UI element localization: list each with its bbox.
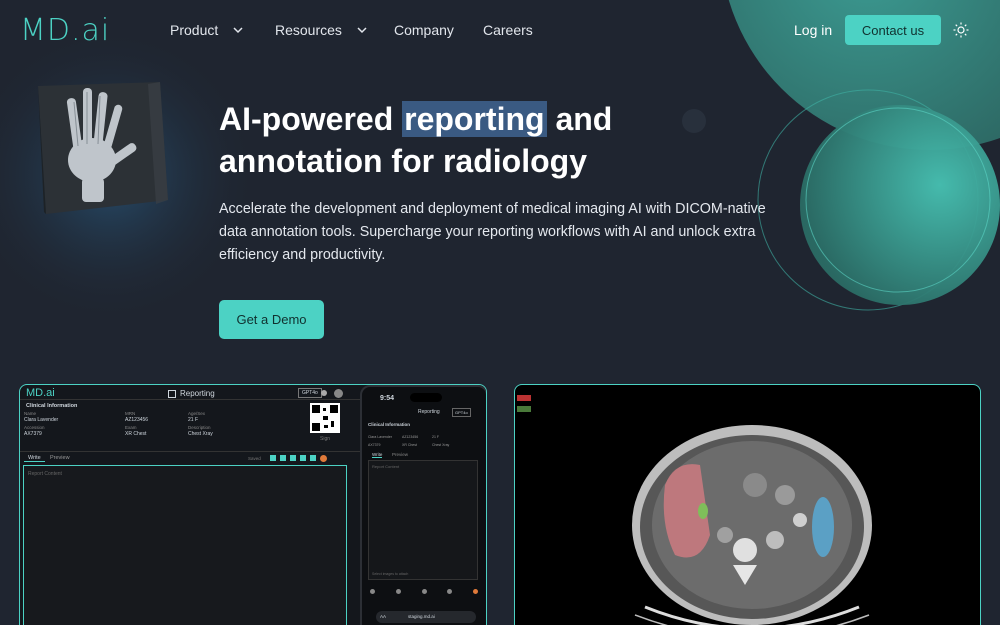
hand-xray-cube-image bbox=[38, 82, 168, 214]
kidney-annotation[interactable] bbox=[812, 497, 834, 557]
toolbar-icon[interactable] bbox=[290, 455, 296, 461]
phone-fields: AX7379 bbox=[368, 443, 381, 447]
chevron-down-icon bbox=[233, 27, 243, 34]
saved-status: Saved bbox=[248, 456, 261, 461]
logo[interactable]: MD.ai bbox=[20, 13, 110, 48]
nav-careers[interactable]: Careers bbox=[483, 22, 533, 38]
field-value: 21 F bbox=[188, 417, 199, 423]
phone-fields: 21 F bbox=[432, 435, 440, 439]
nav-resources[interactable]: Resources bbox=[275, 22, 368, 38]
phone-fields: Clara Lavender bbox=[368, 435, 392, 439]
phone-tab-write[interactable]: Write bbox=[372, 452, 383, 458]
phone-aa: AA bbox=[380, 614, 387, 619]
phone-preview: 9:54 Reporting GPT4o Clinical Informatio… bbox=[360, 385, 486, 625]
field-label: Exam bbox=[125, 425, 137, 430]
field-value: XR Chest bbox=[125, 431, 147, 437]
gallbladder-annotation[interactable] bbox=[698, 503, 708, 519]
phone-placeholder: Report Content bbox=[372, 464, 400, 469]
phone-url: staging.md.ai bbox=[408, 614, 435, 619]
tab-preview[interactable]: Preview bbox=[50, 455, 70, 461]
get-demo-button[interactable]: Get a Demo bbox=[219, 300, 324, 339]
phone-section: Clinical Information bbox=[368, 422, 411, 427]
toolbar-icon[interactable] bbox=[280, 455, 286, 461]
toolbar-icon[interactable] bbox=[310, 455, 316, 461]
qr-code-icon bbox=[310, 403, 340, 433]
ct-scan-image bbox=[632, 425, 872, 625]
title-highlight: reporting bbox=[402, 101, 547, 137]
phone-url-bar[interactable]: AA staging.md.ai bbox=[376, 611, 476, 623]
ai-icon[interactable] bbox=[320, 455, 327, 462]
clinical-info-heading: Clinical Information bbox=[26, 403, 78, 409]
toolbar-icon[interactable] bbox=[370, 589, 375, 594]
field-value: AX7379 bbox=[24, 431, 42, 437]
contact-us-button[interactable]: Contact us bbox=[845, 15, 941, 45]
phone-title: Reporting bbox=[418, 409, 440, 415]
field-label: Name bbox=[24, 411, 37, 416]
toolbar-icon[interactable] bbox=[300, 455, 306, 461]
toolbar-icon[interactable] bbox=[395, 589, 401, 594]
report-icon bbox=[168, 389, 176, 398]
phone-fields: XR Chest bbox=[402, 443, 417, 447]
field-label: Age/Sex bbox=[188, 411, 206, 416]
hero-description: Accelerate the development and deploymen… bbox=[219, 201, 766, 263]
field-value: AZ123456 bbox=[125, 417, 149, 423]
sign-button[interactable]: Sign bbox=[320, 436, 330, 442]
field-label: MRN bbox=[125, 411, 136, 416]
hero-title: AI-powered reporting and annotation for … bbox=[219, 101, 613, 179]
top-navigation: MD.ai Product Resources Company Careers … bbox=[0, 0, 1000, 60]
toolbar-icon[interactable] bbox=[421, 589, 427, 594]
phone-fields: Chest Xray bbox=[432, 443, 450, 447]
phone-attach[interactable]: Select images to attach bbox=[372, 572, 408, 576]
ai-icon[interactable] bbox=[473, 589, 478, 594]
field-label: Accession bbox=[24, 425, 45, 430]
phone-time: 9:54 bbox=[380, 395, 395, 402]
reporting-app-preview: MD.ai Reporting GPT4o Clinical Informati… bbox=[19, 384, 487, 625]
phone-fields: AZ123456 bbox=[402, 435, 419, 439]
gear-icon[interactable] bbox=[320, 389, 328, 397]
sun-icon[interactable] bbox=[953, 22, 969, 38]
field-value: Chest Xray bbox=[188, 431, 213, 437]
app-title: Reporting bbox=[168, 389, 215, 398]
editor-toolbar bbox=[270, 455, 327, 462]
report-placeholder: Report Content bbox=[28, 471, 62, 477]
field-label: Description bbox=[188, 425, 211, 430]
phone-tab-preview[interactable]: Preview bbox=[392, 452, 408, 457]
phone-toolbar bbox=[370, 589, 478, 594]
phone-notch bbox=[410, 393, 442, 402]
gpt-badge[interactable]: GPT4o bbox=[298, 388, 322, 398]
nav-product-label: Product bbox=[170, 22, 219, 38]
avatar[interactable] bbox=[334, 389, 343, 398]
nav-product[interactable]: Product bbox=[170, 22, 244, 38]
toolbar-icon[interactable] bbox=[447, 589, 453, 594]
login-link[interactable]: Log in bbox=[794, 22, 832, 38]
report-editor[interactable]: Report Content bbox=[23, 465, 347, 625]
tab-write[interactable]: Write bbox=[24, 455, 45, 462]
field-value: Clara Lavender bbox=[24, 417, 59, 423]
phone-editor[interactable]: Report Content Select images to attach bbox=[368, 460, 478, 580]
nav-resources-label: Resources bbox=[275, 22, 342, 38]
toolbar-icon[interactable] bbox=[270, 455, 276, 461]
ct-annotation-preview bbox=[514, 384, 981, 625]
app-logo: MD.ai bbox=[26, 387, 55, 399]
phone-badge[interactable]: GPT4o bbox=[452, 408, 471, 417]
nav-company[interactable]: Company bbox=[394, 22, 454, 38]
chevron-down-icon bbox=[357, 27, 367, 34]
